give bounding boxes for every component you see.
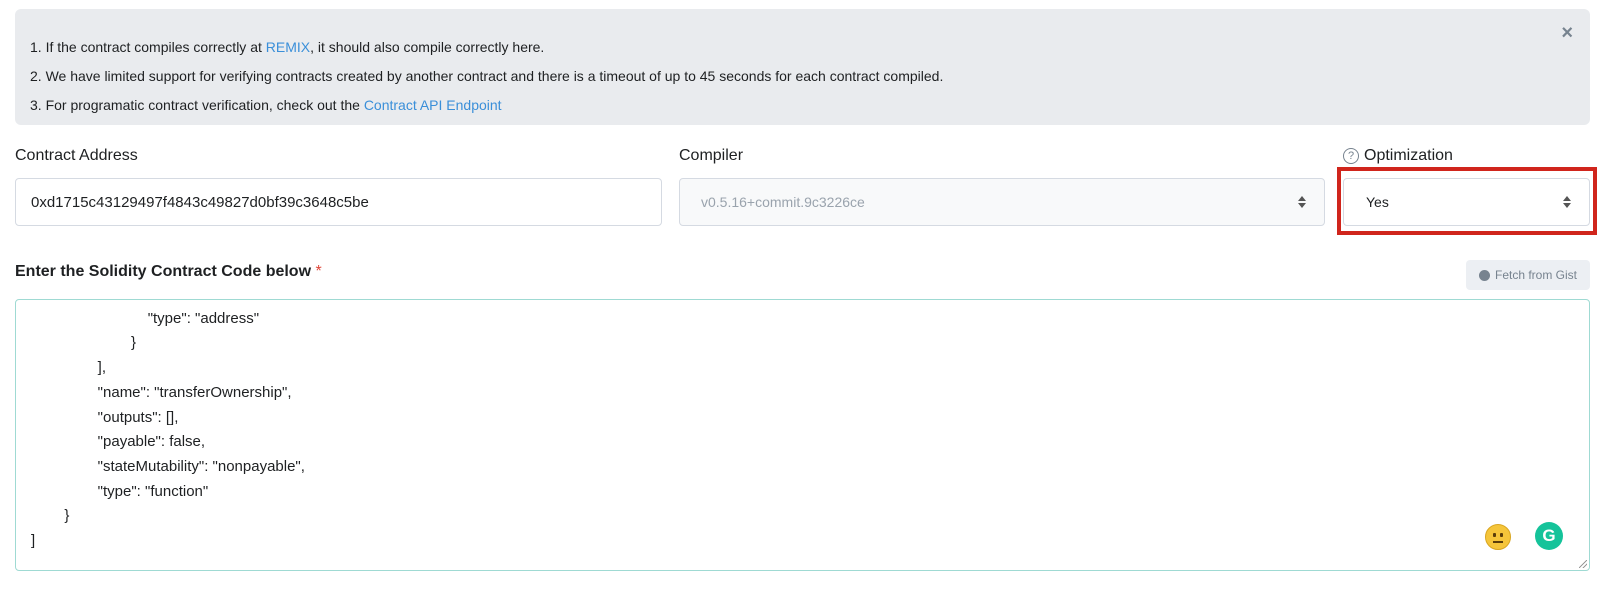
alert-line-3: 3. For programatic contract verification… [30,91,1574,120]
help-icon[interactable]: ? [1343,148,1359,164]
optimization-select[interactable]: Yes [1343,178,1590,226]
verify-contract-page: 1. If the contract compiles correctly at… [0,0,1600,596]
remix-link[interactable]: REMIX [266,39,310,55]
code-section-title: Enter the Solidity Contract Code below * [15,262,322,282]
resize-handle[interactable] [1579,560,1587,568]
alert-text: 1. If the contract compiles correctly at [30,39,266,55]
required-mark: * [315,263,322,280]
optimization-label: Optimization [1364,147,1453,164]
alert-text: , it should also compile correctly here. [310,39,545,55]
contract-address-label: Contract Address [15,147,138,164]
alert-line-1: 1. If the contract compiles correctly at… [30,33,1574,62]
contract-code-textarea[interactable]: "name": "newOwner", "type": "address" } … [15,299,1590,571]
info-alert: 1. If the contract compiles correctly at… [15,9,1590,125]
compiler-value: v0.5.16+commit.9c3226ce [701,194,865,210]
select-arrows-icon [1563,196,1571,208]
contract-address-input[interactable]: 0xd1715c43129497f4843c49827d0bf39c3648c5… [15,178,662,226]
compiler-select[interactable]: v0.5.16+commit.9c3226ce [679,178,1325,226]
contract-code-content: "name": "newOwner", "type": "address" } … [31,300,305,550]
optimization-label-group: ? Optimization [1343,146,1453,166]
grammarly-icon[interactable]: G [1535,522,1563,550]
close-icon[interactable]: × [1561,23,1573,43]
neutral-face-emoji-icon[interactable] [1485,524,1511,550]
code-title-text: Enter the Solidity Contract Code below [15,263,312,280]
contract-api-endpoint-link[interactable]: Contract API Endpoint [364,97,502,113]
fetch-from-gist-label: Fetch from Gist [1494,268,1577,282]
select-arrows-icon [1298,196,1306,208]
optimization-value: Yes [1366,194,1389,210]
fetch-from-gist-button[interactable]: Fetch from Gist [1466,260,1590,290]
alert-line-2: 2. We have limited support for verifying… [30,68,944,84]
contract-address-value: 0xd1715c43129497f4843c49827d0bf39c3648c5… [31,193,369,211]
compiler-label: Compiler [679,147,744,164]
github-icon [1478,269,1490,281]
alert-text: 3. For programatic contract verification… [30,97,364,113]
